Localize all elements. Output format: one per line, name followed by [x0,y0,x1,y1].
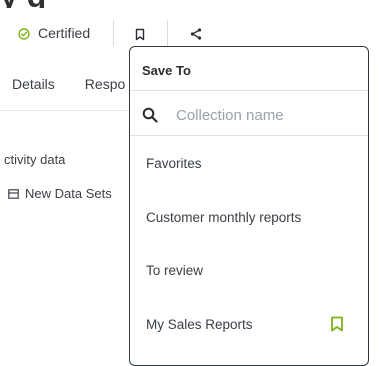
bookmark-icon [135,28,145,40]
save-to-popover: Save To Favorites Customer monthly repor… [129,46,369,366]
collection-name-input[interactable] [174,105,358,125]
share-icon [190,28,202,40]
certified-label: Certified [38,25,91,41]
tab-bar: Details Respo [12,76,125,92]
dataset-icon [8,188,19,199]
collection-label: Customer monthly reports [146,209,302,225]
popover-divider [130,90,368,91]
certified-badge: Certified [18,25,90,41]
collection-label: To review [146,262,204,278]
collection-label: Favorites [146,155,202,171]
share-button[interactable] [184,22,208,46]
page-title: y g [0,0,260,8]
collection-item-to-review[interactable]: To review [146,258,356,282]
tab-details[interactable]: Details [12,76,55,92]
activity-data-label: ctivity data [4,152,66,167]
saved-bookmark-icon[interactable] [330,316,344,335]
tabs-divider [0,110,130,111]
popover-divider [130,135,368,136]
new-data-sets-link[interactable]: New Data Sets [8,186,112,201]
new-data-sets-label: New Data Sets [25,186,112,201]
popover-title: Save To [142,63,191,78]
toolbar-divider [167,20,168,46]
collection-item-my-sales-reports[interactable]: My Sales Reports [146,312,356,336]
check-circle-icon [18,27,30,40]
toolbar-divider [113,20,114,46]
bookmark-button[interactable] [128,22,152,46]
collection-item-favorites[interactable]: Favorites [146,151,356,175]
collection-label: My Sales Reports [146,316,253,332]
collection-search [142,103,364,127]
collection-item-customer-monthly-reports[interactable]: Customer monthly reports [146,205,356,229]
tab-responses[interactable]: Respo [85,76,125,92]
search-icon [142,107,158,123]
